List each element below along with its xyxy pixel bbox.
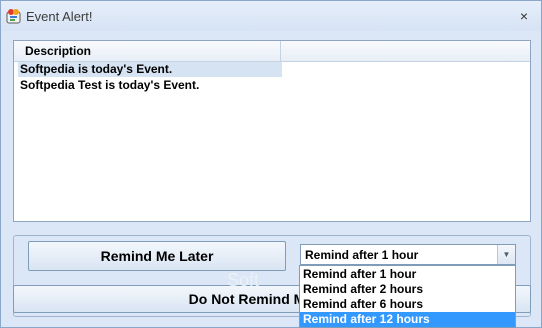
- chevron-down-icon[interactable]: ▼: [497, 245, 515, 264]
- dropdown-option[interactable]: Remind after 1 hour: [300, 267, 515, 282]
- dropdown-option-highlighted[interactable]: Remind after 12 hours: [300, 312, 515, 327]
- event-list[interactable]: Description Softpedia is today's Event. …: [13, 40, 531, 222]
- dropdown-option[interactable]: Remind after 6 hours: [300, 297, 515, 312]
- remind-interval-value: Remind after 1 hour: [305, 248, 419, 262]
- remind-interval-dropdown[interactable]: Remind after 1 hour Remind after 2 hours…: [299, 265, 516, 328]
- close-button[interactable]: ×: [515, 7, 533, 25]
- remind-later-button[interactable]: Remind Me Later: [28, 241, 286, 271]
- remind-interval-select[interactable]: Remind after 1 hour ▼: [300, 244, 516, 265]
- dropdown-option[interactable]: Remind after 2 hours: [300, 282, 515, 297]
- window-title: Event Alert!: [26, 9, 93, 24]
- list-item[interactable]: Softpedia Test is today's Event.: [18, 78, 282, 93]
- close-icon: ×: [519, 8, 529, 24]
- list-item[interactable]: Softpedia is today's Event.: [18, 62, 282, 77]
- column-header-description[interactable]: Description: [14, 41, 281, 61]
- title-bar[interactable]: Event Alert! ×: [1, 1, 541, 31]
- list-header: Description: [14, 41, 530, 62]
- app-icon: [6, 9, 21, 24]
